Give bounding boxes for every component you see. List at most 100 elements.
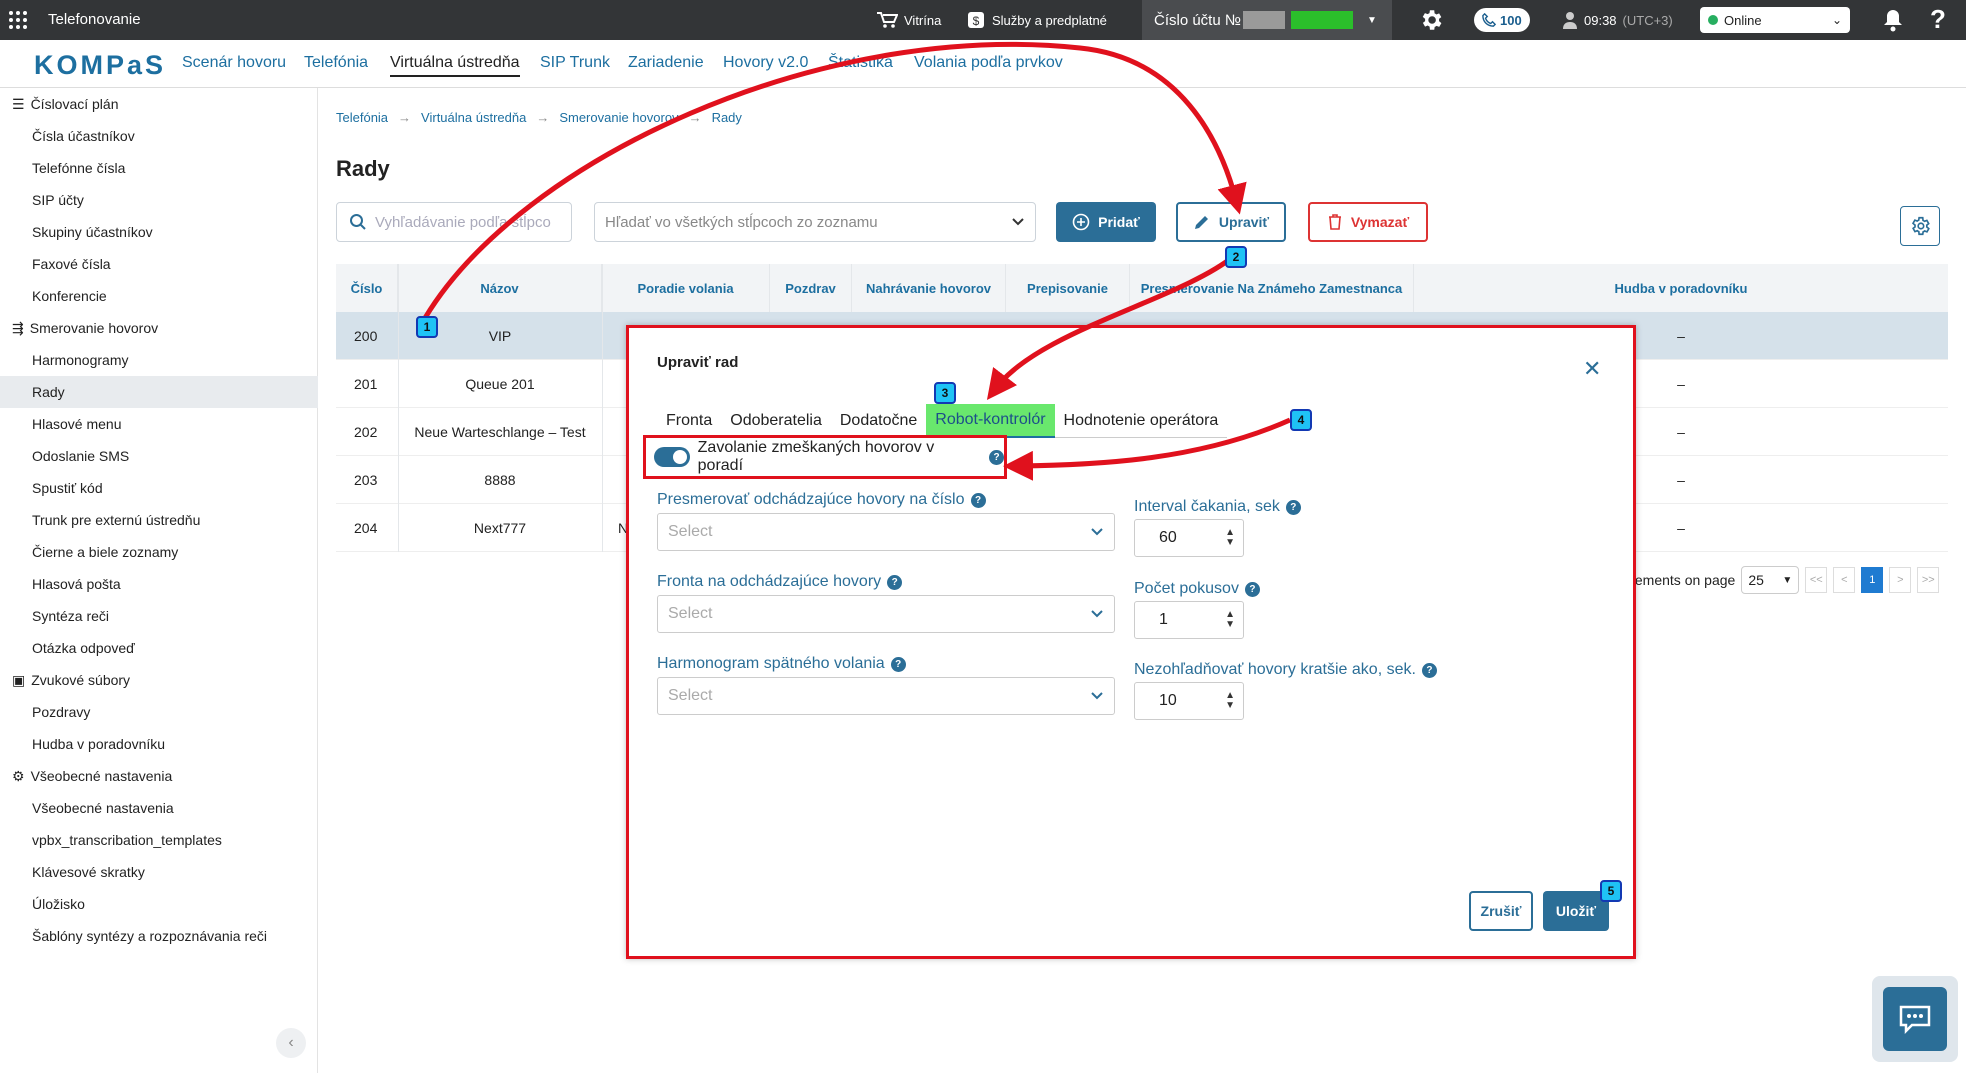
user-clock[interactable]: 09:38 (UTC+3): [1562, 0, 1673, 40]
schedule-select[interactable]: Select: [657, 677, 1115, 715]
bell-icon[interactable]: [1882, 8, 1904, 32]
stepper-arrows-icon[interactable]: ▲ ▼: [1225, 610, 1235, 630]
cancel-button[interactable]: Zrušiť: [1469, 891, 1533, 931]
help-icon[interactable]: ?: [1421, 662, 1437, 678]
attempts-input[interactable]: 1 ▲ ▼: [1134, 601, 1244, 639]
tab-hodnotenie-operatora[interactable]: Hodnotenie operátora: [1055, 404, 1228, 438]
breadcrumb-item[interactable]: Virtuálna ústredňa: [421, 110, 526, 125]
sidebar-item[interactable]: Hlasové menu: [0, 408, 318, 440]
sidebar-item[interactable]: SIP účty: [0, 184, 318, 216]
sidebar-item[interactable]: Faxové čísla: [0, 248, 318, 280]
missed-calls-toggle[interactable]: [654, 447, 690, 467]
services-label: Služby a predplatné: [992, 12, 1107, 28]
column-header[interactable]: Poradie volania: [602, 264, 770, 312]
sidebar-item[interactable]: Odoslanie SMS: [0, 440, 318, 472]
nav-volania-podla-prvkov[interactable]: Volania podľa prvkov: [914, 54, 1063, 72]
apps-grid-icon[interactable]: [8, 10, 28, 30]
tab-robot-kontrolor[interactable]: Robot-kontrolór: [926, 403, 1055, 438]
sidebar-item[interactable]: Harmonogramy: [0, 344, 318, 376]
nav-hovory-v2[interactable]: Hovory v2.0: [723, 54, 808, 72]
shop-link[interactable]: Vitrína: [876, 0, 941, 40]
sidebar-item[interactable]: Čísla účastníkov: [0, 120, 318, 152]
nav-virtualna-ustredna[interactable]: Virtuálna ústredňa: [390, 54, 520, 77]
column-search-select[interactable]: Hľadať vo všetkých stĺpcoch zo zoznamu: [594, 202, 1036, 242]
column-header[interactable]: Hudba v poradovníku: [1414, 264, 1948, 312]
column-header[interactable]: Presmerovanie Na Známeho Zamestnanca: [1130, 264, 1414, 312]
sidebar-section-cislovaci-plan[interactable]: ☰ Číslovací plán: [0, 88, 318, 120]
sidebar-item[interactable]: Telefónne čísla: [0, 152, 318, 184]
column-header[interactable]: Číslo: [336, 264, 398, 312]
sidebar-item[interactable]: Všeobecné nastavenia: [0, 792, 318, 824]
help-icon[interactable]: ?: [989, 449, 1004, 465]
sidebar-item[interactable]: Otázka odpoveď: [0, 632, 318, 664]
table-settings-button[interactable]: [1900, 206, 1940, 246]
chat-button[interactable]: [1872, 976, 1958, 1062]
sidebar-collapse-button[interactable]: ‹: [276, 1028, 306, 1058]
column-header[interactable]: Pozdrav: [770, 264, 852, 312]
tab-odoberatelia[interactable]: Odoberatelia: [721, 404, 831, 438]
breadcrumb-item[interactable]: Smerovanie hovorov: [559, 110, 678, 125]
sidebar-item[interactable]: Konferencie: [0, 280, 318, 312]
nav-sip-trunk[interactable]: SIP Trunk: [540, 54, 610, 72]
breadcrumb-item[interactable]: Telefónia: [336, 110, 388, 125]
sidebar-section-zvukove[interactable]: ▣ Zvukové súbory: [0, 664, 318, 696]
last-page-button[interactable]: >>: [1917, 567, 1940, 593]
chevron-down-icon: ⌄: [1831, 13, 1842, 27]
account-selector[interactable]: Číslo účtu № ▼: [1142, 0, 1392, 40]
help-icon[interactable]: ?: [970, 492, 986, 508]
sidebar-item[interactable]: Šablóny syntézy a rozpoznávania reči: [0, 920, 318, 952]
help-icon[interactable]: ?: [1285, 499, 1301, 515]
sidebar-section-smerovanie[interactable]: ⇶ Smerovanie hovorov: [0, 312, 318, 344]
redirect-select[interactable]: Select: [657, 513, 1115, 551]
tab-fronta[interactable]: Fronta: [657, 404, 721, 438]
help-icon[interactable]: ?: [887, 574, 903, 590]
step-badge: 3: [934, 382, 956, 404]
sidebar-item[interactable]: Pozdravy: [0, 696, 318, 728]
ignore-label-text: Nezohľadňovať hovory kratšie ako, sek.: [1134, 661, 1416, 678]
sidebar-item[interactable]: Skupiny účastníkov: [0, 216, 318, 248]
add-button[interactable]: Pridať: [1056, 202, 1156, 242]
services-link[interactable]: $ Služby a predplatné: [966, 0, 1107, 40]
help-icon[interactable]: ?: [1244, 581, 1260, 597]
first-page-button[interactable]: <<: [1805, 567, 1828, 593]
stepper-arrows-icon[interactable]: ▲ ▼: [1225, 691, 1235, 711]
settings-gear-icon[interactable]: [1418, 7, 1444, 33]
arrow-right-icon: →: [688, 110, 702, 125]
help-icon[interactable]: ?: [1930, 4, 1946, 35]
next-page-button[interactable]: >: [1889, 567, 1912, 593]
nav-telefonia[interactable]: Telefónia: [304, 54, 368, 72]
nav-statistika[interactable]: Štatistika: [828, 54, 893, 72]
prev-page-button[interactable]: <: [1833, 567, 1856, 593]
sidebar-item[interactable]: Úložisko: [0, 888, 318, 920]
column-header[interactable]: Prepisovanie: [1006, 264, 1130, 312]
sidebar-item[interactable]: Klávesové skratky: [0, 856, 318, 888]
sidebar-item[interactable]: Hudba v poradovníku: [0, 728, 318, 760]
status-select[interactable]: Online ⌄: [1700, 7, 1850, 33]
nav-zariadenie[interactable]: Zariadenie: [628, 54, 704, 72]
page-button-current[interactable]: 1: [1861, 567, 1884, 593]
nav-scenar[interactable]: Scenár hovoru: [182, 54, 286, 72]
help-icon[interactable]: ?: [890, 656, 906, 672]
sidebar-item[interactable]: Syntéza reči: [0, 600, 318, 632]
interval-input[interactable]: 60 ▲ ▼: [1134, 519, 1244, 557]
close-icon[interactable]: ✕: [1583, 356, 1601, 382]
sidebar-item-rady[interactable]: Rady: [0, 376, 318, 408]
queue-select[interactable]: Select: [657, 595, 1115, 633]
kompas-logo[interactable]: KOMPaS: [34, 50, 166, 81]
sidebar-item[interactable]: Čierne a biele zoznamy: [0, 536, 318, 568]
page-size-select[interactable]: 25 ▼: [1741, 566, 1800, 594]
tab-dodatocne[interactable]: Dodatočne: [831, 404, 926, 438]
ignore-input[interactable]: 10 ▲ ▼: [1134, 682, 1244, 720]
sidebar-item[interactable]: Trunk pre externú ústredňu: [0, 504, 318, 536]
sidebar-item[interactable]: Spustiť kód: [0, 472, 318, 504]
sidebar-section-vseobecne[interactable]: ⚙ Všeobecné nastavenia: [0, 760, 318, 792]
stepper-arrows-icon[interactable]: ▲ ▼: [1225, 528, 1235, 548]
edit-button[interactable]: Upraviť: [1176, 202, 1286, 242]
delete-button[interactable]: Vymazať: [1308, 202, 1428, 242]
column-header[interactable]: Názov: [398, 264, 602, 312]
sidebar-item[interactable]: vpbx_transcribation_templates: [0, 824, 318, 856]
search-input[interactable]: Vyhľadávanie podľa stĺpco: [336, 202, 572, 242]
column-header[interactable]: Nahrávanie hovorov: [852, 264, 1006, 312]
active-calls-pill[interactable]: 100: [1474, 8, 1530, 32]
sidebar-item[interactable]: Hlasová pošta: [0, 568, 318, 600]
